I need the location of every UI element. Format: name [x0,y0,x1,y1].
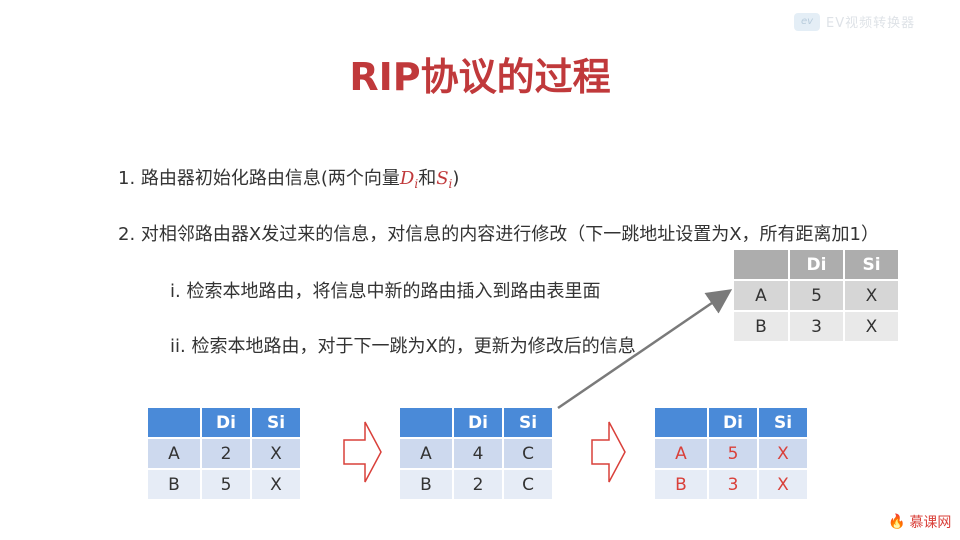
arrows-layer [343,289,733,483]
pointer-arrow [557,289,733,410]
right-arrow-icon [591,421,626,483]
brand-text: 慕课网 [909,515,952,531]
right-arrow-icon [343,421,382,483]
brand-logo: 🔥 慕课网 [888,512,951,532]
flame-icon: 🔥 [888,514,906,530]
